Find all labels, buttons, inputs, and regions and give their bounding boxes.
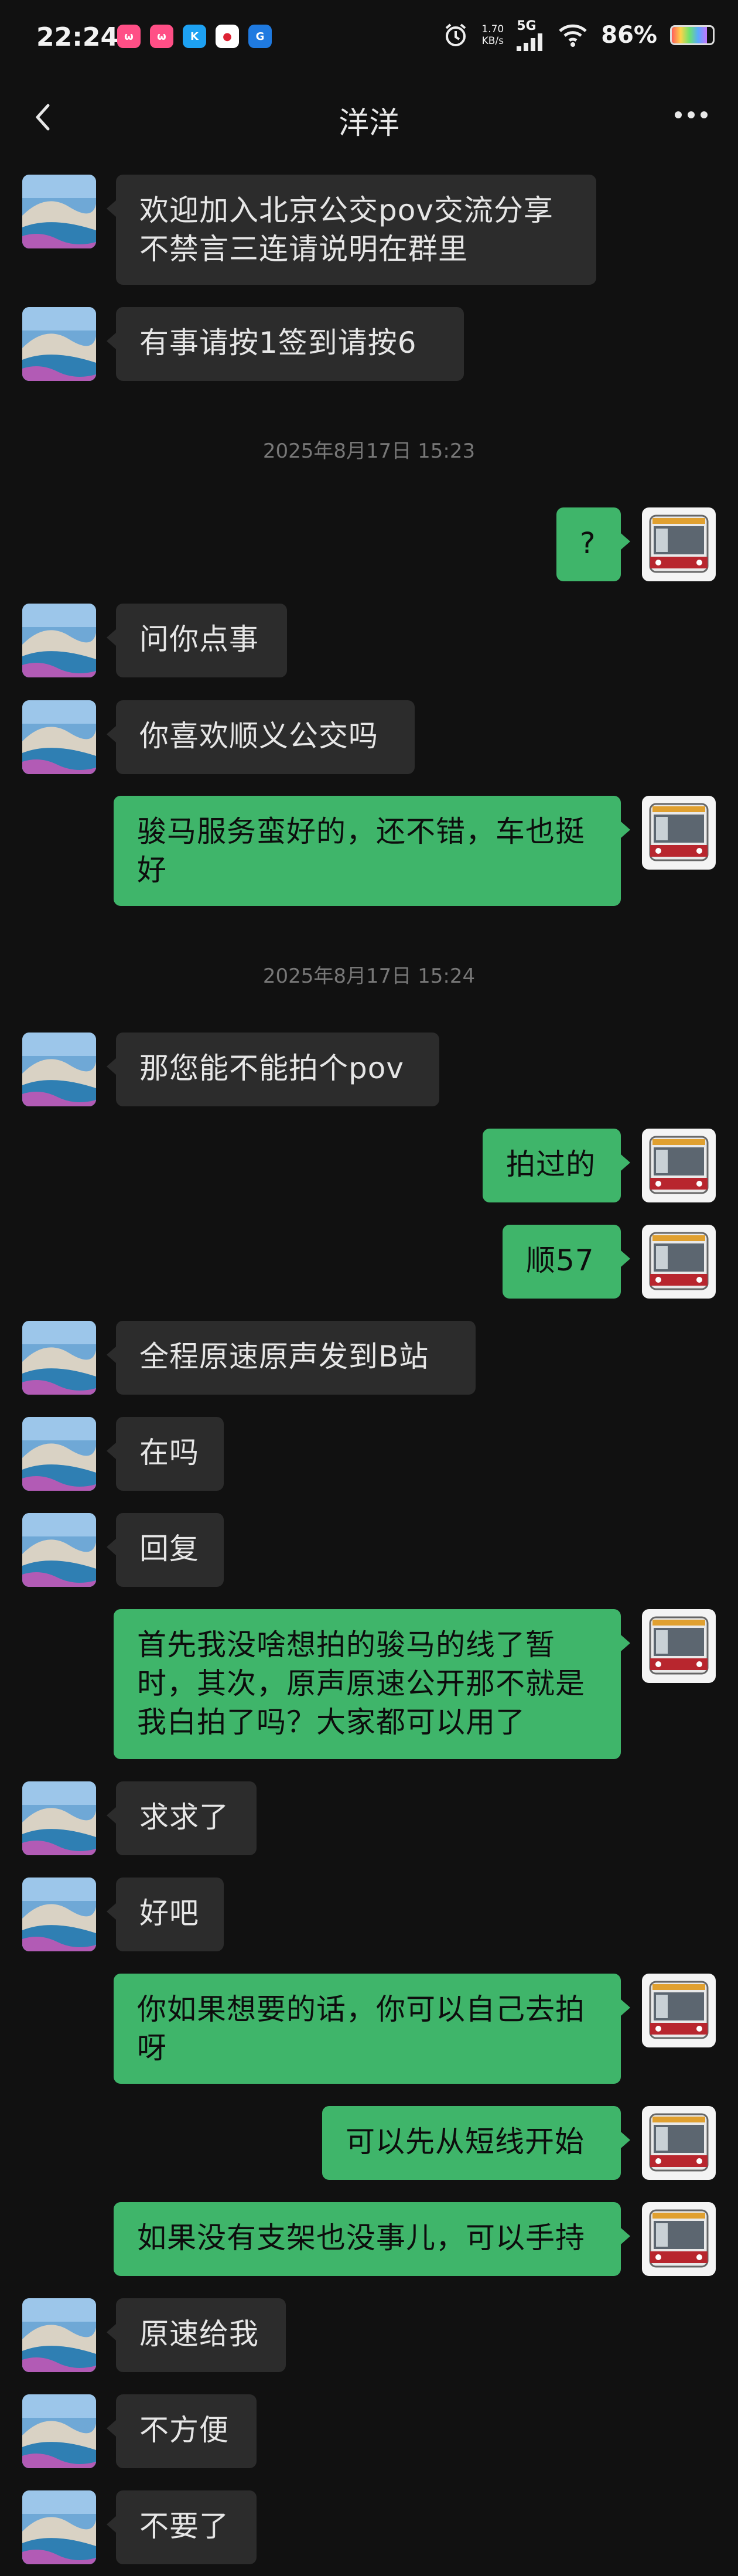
notification-icons: ω ω K ● G	[117, 25, 272, 48]
battery-icon	[670, 25, 715, 45]
message-bubble[interactable]: ?	[556, 507, 630, 581]
alarm-icon	[446, 23, 466, 46]
contact-avatar[interactable]	[22, 175, 96, 248]
net-speed-value: 1.70	[481, 23, 504, 35]
contact-avatar[interactable]	[22, 700, 96, 774]
net-speed-unit: KB/s	[481, 35, 504, 47]
my-avatar[interactable]	[642, 1129, 716, 1202]
status-time: 22:24	[36, 22, 119, 52]
contact-avatar[interactable]	[22, 1781, 96, 1855]
message-bubble[interactable]: 你如果想要的话，你可以自己去拍呀	[114, 1974, 630, 2084]
chat-title: 洋洋	[338, 106, 399, 141]
message-bubble[interactable]: 首先我没啥想拍的骏马的线了暂时，其次，原声原速公开那不就是我白拍了吗？大家都可以…	[114, 1609, 630, 1759]
app-notification-icon: ω	[117, 25, 141, 48]
net-speed: 1.70 KB/s	[481, 23, 504, 47]
app-notification-icon: K	[183, 25, 206, 48]
signal-icon	[517, 33, 543, 51]
message-bubble[interactable]: 回复	[107, 1513, 224, 1587]
my-avatar[interactable]	[642, 1225, 716, 1299]
message-bubble[interactable]: 骏马服务蛮好的，还不错，车也挺好	[114, 796, 630, 906]
message-bubble[interactable]: 那您能不能拍个pov	[107, 1033, 439, 1106]
message-bubble[interactable]: 你喜欢顺义公交吗	[107, 700, 415, 774]
battery-fill	[672, 26, 708, 43]
app-notification-icon: ●	[216, 25, 239, 48]
message-bubble[interactable]: 可以先从短线开始	[322, 2106, 630, 2180]
message-bubble[interactable]: 有事请按1签到请按6	[107, 307, 464, 381]
message-bubble[interactable]: 不方便	[107, 2394, 257, 2468]
battery-percent: 86%	[601, 21, 657, 49]
app-notification-icon: G	[248, 25, 272, 48]
contact-avatar[interactable]	[22, 1417, 96, 1491]
message-bubble[interactable]: 顺57	[503, 1225, 630, 1299]
message-timestamp: 2025年8月17日 15:23	[262, 439, 476, 463]
contact-avatar[interactable]	[22, 307, 96, 381]
contact-avatar[interactable]	[22, 2490, 96, 2564]
message-bubble[interactable]: 在吗	[107, 1417, 224, 1491]
contact-avatar[interactable]	[22, 1033, 96, 1106]
my-avatar[interactable]	[642, 1974, 716, 2047]
contact-avatar[interactable]	[22, 1321, 96, 1395]
contact-avatar[interactable]	[22, 604, 96, 677]
message-bubble[interactable]: 如果没有支架也没事儿，可以手持	[114, 2202, 630, 2276]
my-avatar[interactable]	[642, 2106, 716, 2180]
contact-avatar[interactable]	[22, 1878, 96, 1951]
contact-avatar[interactable]	[22, 1513, 96, 1587]
wifi-icon	[559, 24, 587, 47]
message-bubble[interactable]: 全程原速原声发到B站	[107, 1321, 476, 1395]
app-notification-icon: ω	[150, 25, 173, 48]
chat-header: 洋洋	[0, 76, 738, 158]
cellular-signal: 5G	[517, 19, 545, 51]
message-bubble[interactable]: 好吧	[107, 1878, 224, 1951]
my-avatar[interactable]	[642, 507, 716, 581]
status-bar: 22:24 ω ω K ● G 1.70 KB/s 5G 86%	[0, 0, 738, 76]
network-type: 5G	[517, 19, 537, 33]
my-avatar[interactable]	[642, 2202, 716, 2276]
my-avatar[interactable]	[642, 1609, 716, 1683]
more-options-icon[interactable]	[668, 97, 715, 132]
contact-avatar[interactable]	[22, 2394, 96, 2468]
message-bubble[interactable]: 求求了	[107, 1781, 257, 1855]
status-right: 1.70 KB/s 5G 86%	[443, 19, 715, 51]
message-bubble[interactable]: 欢迎加入北京公交pov交流分享不禁言三连请说明在群里	[107, 175, 596, 285]
message-bubble[interactable]: 不要了	[107, 2490, 257, 2564]
my-avatar[interactable]	[642, 796, 716, 870]
message-bubble[interactable]: 拍过的	[483, 1129, 630, 1202]
contact-avatar[interactable]	[22, 2298, 96, 2372]
message-bubble[interactable]: 原速给我	[107, 2298, 286, 2372]
message-bubble[interactable]: 问你点事	[107, 604, 287, 677]
message-timestamp: 2025年8月17日 15:24	[262, 965, 476, 988]
